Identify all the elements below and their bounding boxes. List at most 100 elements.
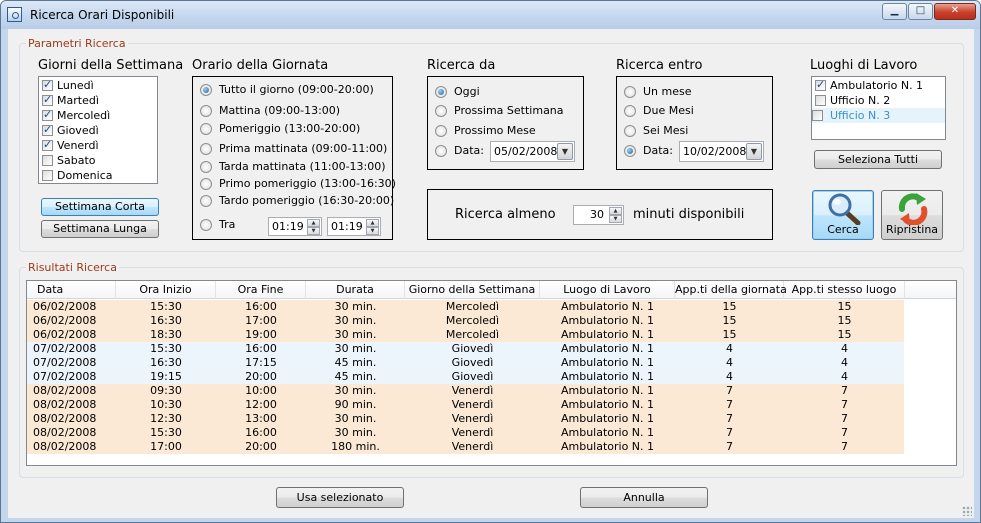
radio-label: Data: (454, 144, 484, 157)
radio-button[interactable] (624, 86, 636, 98)
radio-label: Prossima Settimana (454, 104, 564, 117)
table-cell: 06/02/2008 (33, 328, 97, 341)
dropdown-arrow-icon[interactable]: ▼ (557, 143, 573, 160)
table-row[interactable]: 08/02/2008 10:30 12:00 90 min. Venerdì Ambula… (27, 398, 904, 412)
radio-button[interactable] (200, 219, 212, 231)
table-row[interactable]: 07/02/2008 16:30 17:15 45 min. Giovedì Ambula… (27, 356, 904, 370)
cancel-button[interactable]: Annulla (580, 487, 708, 508)
table-row[interactable]: 07/02/2008 19:15 20:00 45 min. Giovedì Ambula… (27, 370, 904, 384)
radio-button[interactable] (200, 178, 212, 190)
resize-grip-icon[interactable] (962, 506, 972, 516)
checkbox[interactable] (815, 95, 826, 106)
radio-button[interactable] (435, 145, 447, 157)
min-available-spinner[interactable]: 30 ▲ ▼ (573, 205, 624, 225)
min-available-prefix: Ricerca almeno (455, 207, 556, 222)
radio-label: Tardo pomeriggio (16:30-20:00) (219, 194, 395, 207)
table-cell: Ambulatorio N. 1 (560, 440, 655, 453)
radio-label: Due Mesi (643, 104, 694, 117)
radio-button[interactable] (435, 105, 447, 117)
radio-button[interactable] (435, 125, 447, 137)
table-cell: 7 (726, 412, 733, 425)
dropdown-arrow-icon[interactable]: ▼ (746, 143, 762, 160)
table-cell: 4 (841, 356, 848, 369)
radio-button[interactable] (200, 123, 212, 135)
between-to-spinner[interactable]: ▲ ▼ (366, 219, 379, 236)
table-cell: 15 (722, 300, 737, 313)
search-from-panel: 05/02/2008 ▼ Oggi Prossima Settimana Pross… (427, 76, 584, 170)
checkbox[interactable] (42, 170, 53, 181)
search-within-date-picker[interactable]: 10/02/2008 ▼ (679, 141, 764, 162)
search-within-date-value: 10/02/2008 (683, 145, 747, 158)
radio-button[interactable] (200, 195, 212, 207)
checkbox[interactable] (42, 155, 53, 166)
checkbox[interactable] (42, 78, 53, 91)
title-bar[interactable]: Ricerca Orari Disponibili ▁ □ ✕ (1, 1, 980, 29)
radio-button[interactable] (200, 105, 212, 117)
window-title: Ricerca Orari Disponibili (30, 8, 175, 22)
table-row[interactable]: 06/02/2008 15:30 16:00 30 min. Mercoledì Ambu… (27, 300, 904, 314)
table-row[interactable]: 07/02/2008 15:30 16:00 30 min. Giovedì Ambula… (27, 342, 904, 356)
short-week-button[interactable]: Settimana Corta (41, 198, 159, 216)
maximize-button[interactable]: □ (908, 3, 933, 20)
search-button[interactable]: Cerca (812, 190, 874, 240)
column-header[interactable]: Durata (306, 281, 405, 299)
use-selected-button[interactable]: Usa selezionato (276, 487, 404, 508)
column-header[interactable]: Data (27, 281, 116, 299)
search-from-date-picker[interactable]: 05/02/2008 ▼ (490, 141, 575, 162)
table-cell: 13:00 (245, 412, 277, 425)
day-label: Venerdì (57, 139, 99, 152)
close-button[interactable]: ✕ (934, 3, 976, 20)
select-all-button[interactable]: Seleziona Tutti (814, 150, 942, 169)
radio-button[interactable] (200, 161, 212, 173)
radio-button[interactable] (200, 143, 212, 155)
radio-button[interactable] (200, 84, 212, 96)
radio-label: Tarda mattinata (11:00-13:00) (219, 160, 386, 173)
workplace-label: Ufficio N. 2 (830, 94, 891, 107)
table-cell: 30 min. (334, 384, 377, 397)
table-row[interactable]: 08/02/2008 15:30 16:00 30 min. Venerdì Ambula… (27, 426, 904, 440)
reset-button[interactable]: Ripristina (881, 190, 943, 240)
radio-button[interactable] (624, 105, 636, 117)
radio-button[interactable] (624, 125, 636, 137)
checkbox[interactable] (42, 108, 53, 121)
table-cell: Ambulatorio N. 1 (560, 384, 655, 397)
checkbox[interactable] (42, 123, 53, 136)
radio-button[interactable] (435, 86, 447, 98)
hours-panel: 01:19 ▲ ▼ 01:19 ▲ ▼ Tutto il giorno (09:00… (192, 76, 396, 240)
table-row[interactable]: 06/02/2008 16:30 17:00 30 min. Mercoledì Ambu… (27, 314, 904, 328)
between-to-picker[interactable]: 01:19 ▲ ▼ (327, 217, 381, 236)
table-cell: Ambulatorio N. 1 (560, 398, 655, 411)
column-header[interactable]: Ora Fine (216, 281, 306, 299)
column-header[interactable]: Ora Inizio (116, 281, 216, 299)
table-row[interactable]: 06/02/2008 18:30 19:00 30 min. Mercoledì Ambu… (27, 328, 904, 342)
column-header[interactable]: App.ti della giornata (675, 281, 787, 299)
table-row[interactable]: 08/02/2008 09:30 10:00 30 min. Venerdì Ambula… (27, 384, 904, 398)
table-row[interactable]: 08/02/2008 17:00 20:00 180 min. Venerdì Ambul… (27, 440, 904, 454)
between-from-spinner[interactable]: ▲ ▼ (307, 219, 320, 236)
table-row[interactable]: 08/02/2008 12:30 13:00 30 min. Venerdì Ambula… (27, 412, 904, 426)
column-header[interactable]: App.ti stesso luogo (784, 281, 905, 299)
minimize-button[interactable]: ▁ (882, 3, 907, 20)
results-grid[interactable]: Data Ora Inizio Ora Fine Durata Giorno della… (26, 280, 957, 466)
checkbox[interactable] (42, 93, 53, 106)
checkbox[interactable] (42, 138, 53, 151)
checkbox[interactable] (812, 110, 823, 121)
min-spinner-buttons[interactable]: ▲ ▼ (609, 207, 622, 223)
column-header[interactable]: Luogo di Lavoro (540, 281, 675, 299)
table-cell: 7 (841, 440, 848, 453)
days-label: Giorni della Settimana (38, 58, 184, 73)
min-available-value: 30 (590, 208, 604, 221)
checkbox[interactable] (815, 78, 826, 91)
between-from-picker[interactable]: 01:19 ▲ ▼ (268, 217, 322, 236)
column-header[interactable]: Giorno della Settimana (405, 281, 540, 299)
radio-button[interactable] (624, 145, 636, 157)
table-cell: 30 min. (334, 342, 377, 355)
workplace-checkbox-row[interactable]: Ufficio N. 3 (812, 108, 945, 123)
table-cell: 06/02/2008 (33, 300, 97, 313)
long-week-button[interactable]: Settimana Lunga (41, 220, 159, 238)
radio-label: Tra (219, 218, 236, 231)
table-cell: 07/02/2008 (33, 342, 97, 355)
table-cell: Venerdì (451, 384, 494, 397)
min-available-panel: Ricerca almeno 30 ▲ ▼ minuti disponibili (427, 189, 773, 240)
table-cell: 7 (726, 426, 733, 439)
